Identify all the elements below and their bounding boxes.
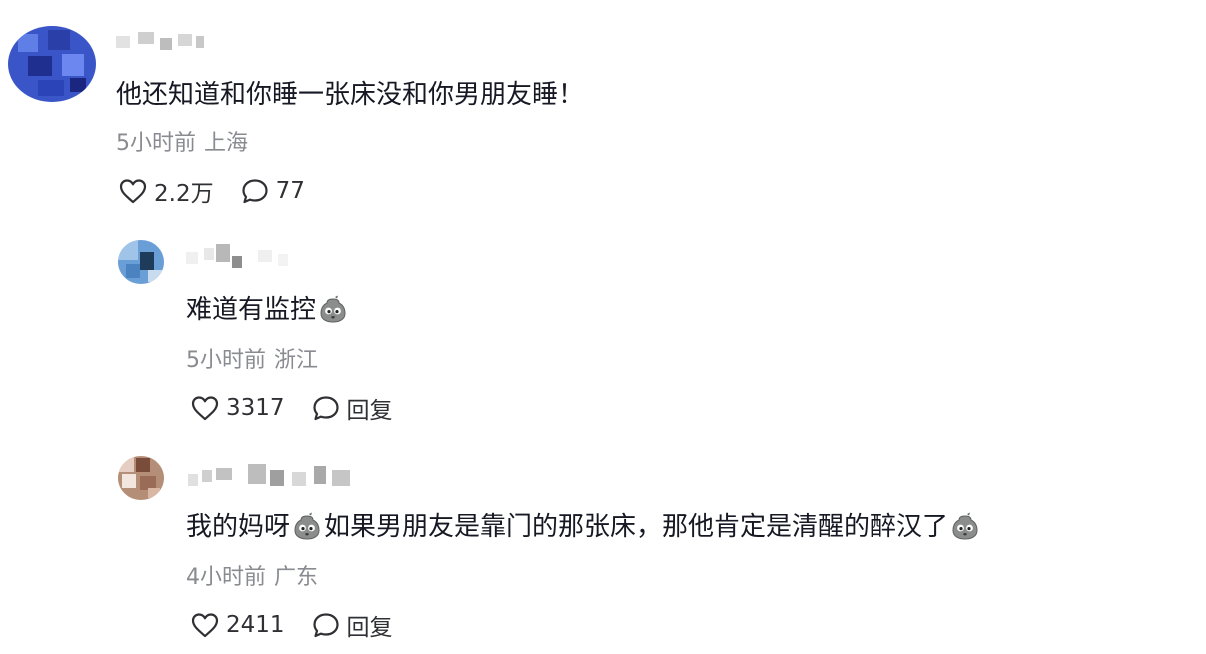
reply-button[interactable]: 回复	[311, 608, 393, 642]
comment-location: 上海	[204, 131, 249, 156]
comment-meta: 5小时前 浙江	[186, 347, 318, 375]
comment-text: 他还知道和你睡一张床没和你男朋友睡！	[116, 78, 584, 112]
comment-meta: 4小时前 广东	[186, 564, 318, 592]
comment-text-segment: 难道有监控	[186, 295, 317, 325]
reply-count: 77	[275, 178, 305, 204]
comment-actions: 3317 回复	[190, 391, 393, 425]
comment-text: 我的妈呀 如果男朋友是靠门的那张床，那他肯定是清醒的醉汉了	[186, 510, 982, 544]
comment-time: 5小时前	[186, 348, 266, 373]
like-button[interactable]: 3317	[190, 394, 285, 422]
reply-label: 回复	[346, 398, 393, 424]
comment-text-segment: 我的妈呀	[186, 512, 291, 542]
comment-item: 他还知道和你睡一张床没和你男朋友睡！ 5小时前 上海 2.2万 77	[0, 0, 1206, 220]
reply-item: 难道有监控 5小时前 浙江 3317 回复	[0, 220, 1206, 440]
reply-label: 回复	[346, 615, 393, 641]
comment-time: 5小时前	[116, 131, 196, 156]
avatar[interactable]	[8, 26, 96, 102]
username-blurred[interactable]	[188, 464, 358, 488]
comment-text-segment: 如果男朋友是靠门的那张床，那他肯定是清醒的醉汉了	[324, 512, 949, 542]
wronged-face-emoji-icon	[318, 294, 348, 324]
like-button[interactable]: 2.2万	[118, 174, 214, 208]
speech-bubble-icon	[311, 611, 341, 639]
avatar[interactable]	[118, 456, 164, 500]
username-blurred[interactable]	[116, 30, 206, 54]
comment-text: 难道有监控	[186, 293, 350, 327]
wronged-face-emoji-icon	[950, 511, 980, 541]
speech-bubble-icon	[311, 394, 341, 422]
avatar[interactable]	[118, 240, 164, 284]
heart-outline-icon	[190, 611, 220, 639]
like-count: 2.2万	[154, 181, 214, 207]
comment-meta: 5小时前 上海	[116, 130, 248, 158]
comment-actions: 2411 回复	[190, 608, 393, 642]
reply-count-button[interactable]: 77	[240, 177, 305, 205]
comment-location: 浙江	[274, 348, 319, 373]
comment-text-segment: 他还知道和你睡一张床没和你男朋友睡！	[116, 80, 585, 110]
reply-item: 我的妈呀 如果男朋友是靠门的那张床，那他肯定是清醒的醉汉了 4小时前 广东 2411…	[0, 440, 1206, 654]
like-button[interactable]: 2411	[190, 611, 285, 639]
like-count: 3317	[226, 395, 285, 421]
like-count: 2411	[226, 612, 285, 638]
heart-outline-icon	[190, 394, 220, 422]
wronged-face-emoji-icon	[292, 511, 322, 541]
reply-button[interactable]: 回复	[311, 391, 393, 425]
heart-outline-icon	[118, 177, 148, 205]
comment-time: 4小时前	[186, 565, 266, 590]
speech-bubble-icon	[240, 177, 270, 205]
comment-actions: 2.2万 77	[118, 174, 305, 208]
comment-location: 广东	[274, 565, 319, 590]
username-blurred[interactable]	[186, 244, 296, 268]
